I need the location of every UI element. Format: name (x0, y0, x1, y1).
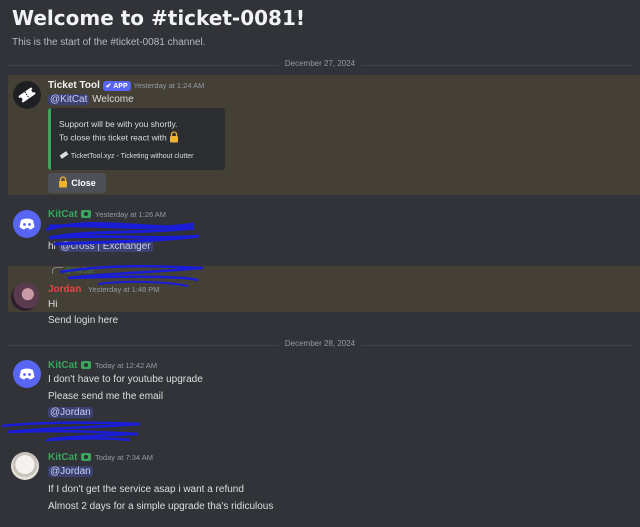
message-text: Please send me the email (48, 391, 164, 402)
discord-logo-icon (19, 218, 35, 230)
lock-icon (58, 176, 68, 190)
message-kitcat-3: KitCat Today at 7:34 AM @Jordan If I don… (8, 447, 638, 522)
close-button-label: Close (71, 178, 96, 188)
embed-footer: TicketTool.xyz - Ticketing without clutt… (70, 152, 194, 160)
discord-avatar[interactable] (13, 360, 41, 388)
app-badge: ✔ APP (102, 81, 131, 91)
user-mention[interactable]: @Jordan (48, 466, 93, 477)
author-name[interactable]: KitCat (48, 360, 77, 371)
redaction-scribble (1, 421, 141, 442)
message-text: Send login here (48, 315, 119, 326)
date-divider-label: December 28, 2024 (278, 339, 362, 348)
timestamp: Today at 7:34 AM (95, 453, 153, 462)
message-text: Almost 2 days for a simple upgrade tha's… (48, 501, 274, 512)
ticket-tool-avatar[interactable] (13, 81, 41, 109)
message-ticket-tool: Ticket Tool ✔ APP Yesterday at 1:24 AM @… (8, 75, 640, 195)
date-divider: December 27, 2024 (8, 59, 632, 68)
moderator-icon (80, 360, 92, 370)
message-text: If I don't get the service asap i want a… (48, 484, 244, 495)
embed-line-2: To close this ticket react with (59, 132, 167, 143)
close-button[interactable]: Close (48, 173, 106, 193)
author-name[interactable]: Ticket Tool (48, 80, 100, 91)
channel-welcome-title: Welcome to #ticket-0081! (12, 6, 305, 30)
date-divider-label: December 27, 2024 (278, 59, 362, 68)
redaction-scribble (59, 264, 204, 287)
timestamp: Yesterday at 1:24 AM (133, 81, 205, 90)
user-mention[interactable]: @KitCat (48, 94, 90, 105)
discord-logo-icon (19, 368, 35, 380)
app-badge-label: APP (113, 83, 128, 90)
redaction-scribble (45, 222, 200, 246)
message-text: Welcome (92, 94, 134, 105)
jordan-avatar[interactable] (11, 283, 39, 311)
lock-icon (169, 131, 179, 145)
embed-line-1: Support will be with you shortly. (59, 119, 178, 129)
footer-ticket-icon (59, 150, 69, 162)
date-divider: December 28, 2024 (8, 339, 632, 348)
message-text: I don't have to for youtube upgrade (48, 374, 203, 385)
kitcat-avatar[interactable] (11, 452, 39, 480)
timestamp: Today at 12:42 AM (95, 361, 158, 370)
user-mention[interactable]: @Jordan (48, 407, 93, 418)
moderator-icon (80, 452, 92, 462)
author-name[interactable]: KitCat (48, 452, 77, 463)
channel-welcome-subtitle: This is the start of the #ticket-0081 ch… (12, 37, 206, 48)
message-text: Hi (48, 299, 58, 310)
ticket-icon (18, 87, 36, 103)
discord-avatar[interactable] (13, 210, 41, 238)
ticket-embed: Support will be with you shortly. To clo… (48, 108, 225, 170)
